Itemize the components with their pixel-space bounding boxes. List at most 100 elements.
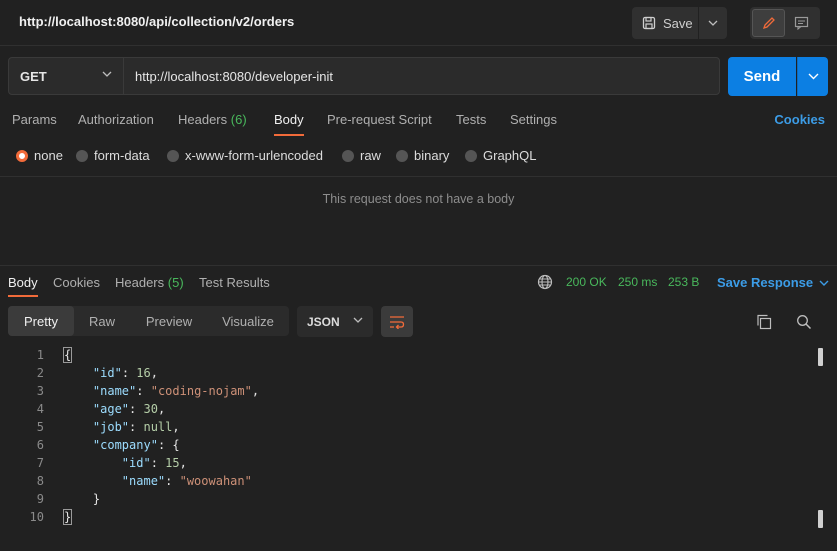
chevron-down-icon [102, 71, 112, 77]
search-button[interactable] [794, 312, 814, 332]
line-number: 9 [36, 492, 44, 506]
format-preview[interactable]: Preview [132, 306, 206, 336]
send-options-button[interactable] [797, 57, 828, 96]
code-line: 1{ [0, 347, 810, 366]
code-text: "name": "woowahan" [121, 474, 252, 488]
radio-urlencoded[interactable]: x-www-form-urlencoded [167, 148, 323, 163]
chevron-down-icon [808, 73, 818, 80]
radio-graphql[interactable]: GraphQL [465, 148, 536, 163]
radio-none[interactable]: none [16, 148, 63, 163]
radio-label: none [34, 148, 63, 163]
view-mode-toggle [750, 7, 820, 39]
line-number: 10 [29, 510, 44, 524]
radio-dot [16, 149, 28, 162]
response-time[interactable]: 250 ms [618, 275, 657, 289]
json-value: 16 [136, 366, 151, 380]
response-size[interactable]: 253 B [668, 275, 699, 289]
wrap-icon [390, 315, 405, 329]
scrollbar-marker[interactable] [818, 348, 823, 366]
scrollbar-marker[interactable] [818, 510, 823, 528]
format-toggle: Pretty Raw Preview Visualize [8, 306, 289, 336]
response-tab-body[interactable]: Body [8, 275, 38, 297]
comments-mode-button[interactable] [785, 9, 818, 37]
divider [0, 176, 837, 177]
response-tab-cookies[interactable]: Cookies [53, 275, 100, 290]
method-select[interactable]: GET [8, 57, 124, 95]
status-code[interactable]: 200 OK [566, 275, 607, 289]
tab-headers[interactable]: Headers (6) [178, 112, 247, 127]
method-value: GET [20, 68, 47, 84]
radio-dot [167, 149, 179, 162]
headers-count-badge: (6) [230, 112, 247, 127]
code-text: "id": 15, [121, 456, 187, 470]
code-text: { [62, 347, 73, 363]
tab-prerequest-script[interactable]: Pre-request Script [327, 112, 432, 127]
json-key: "id" [92, 366, 122, 380]
top-bar: http://localhost:8080/api/collection/v2/… [0, 0, 837, 46]
comment-icon [794, 16, 809, 30]
save-response-button[interactable]: Save Response [717, 275, 829, 290]
json-key: "job" [92, 420, 130, 434]
radio-dot [396, 149, 408, 162]
send-button[interactable]: Send [728, 57, 796, 96]
json-value: 15 [165, 456, 180, 470]
radio-binary[interactable]: binary [396, 148, 449, 163]
wrap-lines-button[interactable] [381, 306, 413, 337]
edit-mode-button[interactable] [752, 9, 785, 37]
code-line: 8 "name": "woowahan" [0, 474, 810, 492]
save-label: Save [663, 15, 693, 31]
json-brace: } [92, 492, 101, 506]
code-text: "company": { [92, 438, 180, 452]
radio-raw[interactable]: raw [342, 148, 381, 163]
cookies-link[interactable]: Cookies [774, 112, 825, 127]
chevron-down-icon [708, 20, 718, 26]
copy-button[interactable] [754, 312, 774, 332]
code-text: } [62, 509, 73, 525]
code-line: 4 "age": 30, [0, 402, 810, 420]
radio-form-data[interactable]: form-data [76, 148, 150, 163]
format-raw[interactable]: Raw [74, 306, 130, 336]
radio-label: raw [360, 148, 381, 163]
json-key: "company" [92, 438, 158, 452]
save-options-button[interactable] [699, 7, 727, 39]
tab-tests[interactable]: Tests [456, 112, 486, 127]
tab-params[interactable]: Params [12, 112, 57, 127]
json-value: "woowahan" [179, 474, 252, 488]
tab-authorization[interactable]: Authorization [78, 112, 154, 127]
empty-body-message: This request does not have a body [322, 192, 515, 206]
language-value: JSON [307, 314, 340, 329]
line-number: 3 [36, 384, 44, 398]
line-number: 6 [36, 438, 44, 452]
json-value: "coding-nojam" [150, 384, 252, 398]
save-button[interactable]: Save [632, 7, 698, 39]
code-line: 3 "name": "coding-nojam", [0, 384, 810, 402]
format-pretty[interactable]: Pretty [8, 306, 74, 336]
radio-label: binary [414, 148, 450, 163]
divider [0, 265, 837, 266]
radio-label: GraphQL [483, 148, 537, 163]
code-text: "id": 16, [92, 366, 158, 380]
response-tab-headers[interactable]: Headers (5) [115, 275, 184, 290]
request-tabs: Params Authorization Headers (6) Body Pr… [0, 112, 837, 138]
line-number: 8 [36, 474, 44, 488]
json-value: 30 [143, 402, 158, 416]
radio-label: x-www-form-urlencoded [185, 148, 323, 163]
url-input[interactable]: http://localhost:8080/developer-init [123, 57, 720, 95]
pencil-icon [762, 17, 775, 30]
code-line: 2 "id": 16, [0, 366, 810, 384]
json-key: "name" [121, 474, 166, 488]
line-number: 2 [36, 366, 44, 380]
line-number: 4 [36, 402, 44, 416]
line-number: 7 [36, 456, 44, 470]
json-key: "age" [92, 402, 130, 416]
response-tab-test-results[interactable]: Test Results [199, 275, 270, 290]
line-number: 1 [36, 348, 44, 362]
tab-body[interactable]: Body [274, 112, 304, 136]
code-text: "name": "coding-nojam", [92, 384, 260, 398]
json-key: "id" [121, 456, 151, 470]
globe-icon[interactable] [537, 274, 553, 290]
tab-settings[interactable]: Settings [510, 112, 557, 127]
format-visualize[interactable]: Visualize [208, 306, 288, 336]
language-select[interactable]: JSON [297, 306, 373, 337]
radio-dot [342, 149, 354, 162]
